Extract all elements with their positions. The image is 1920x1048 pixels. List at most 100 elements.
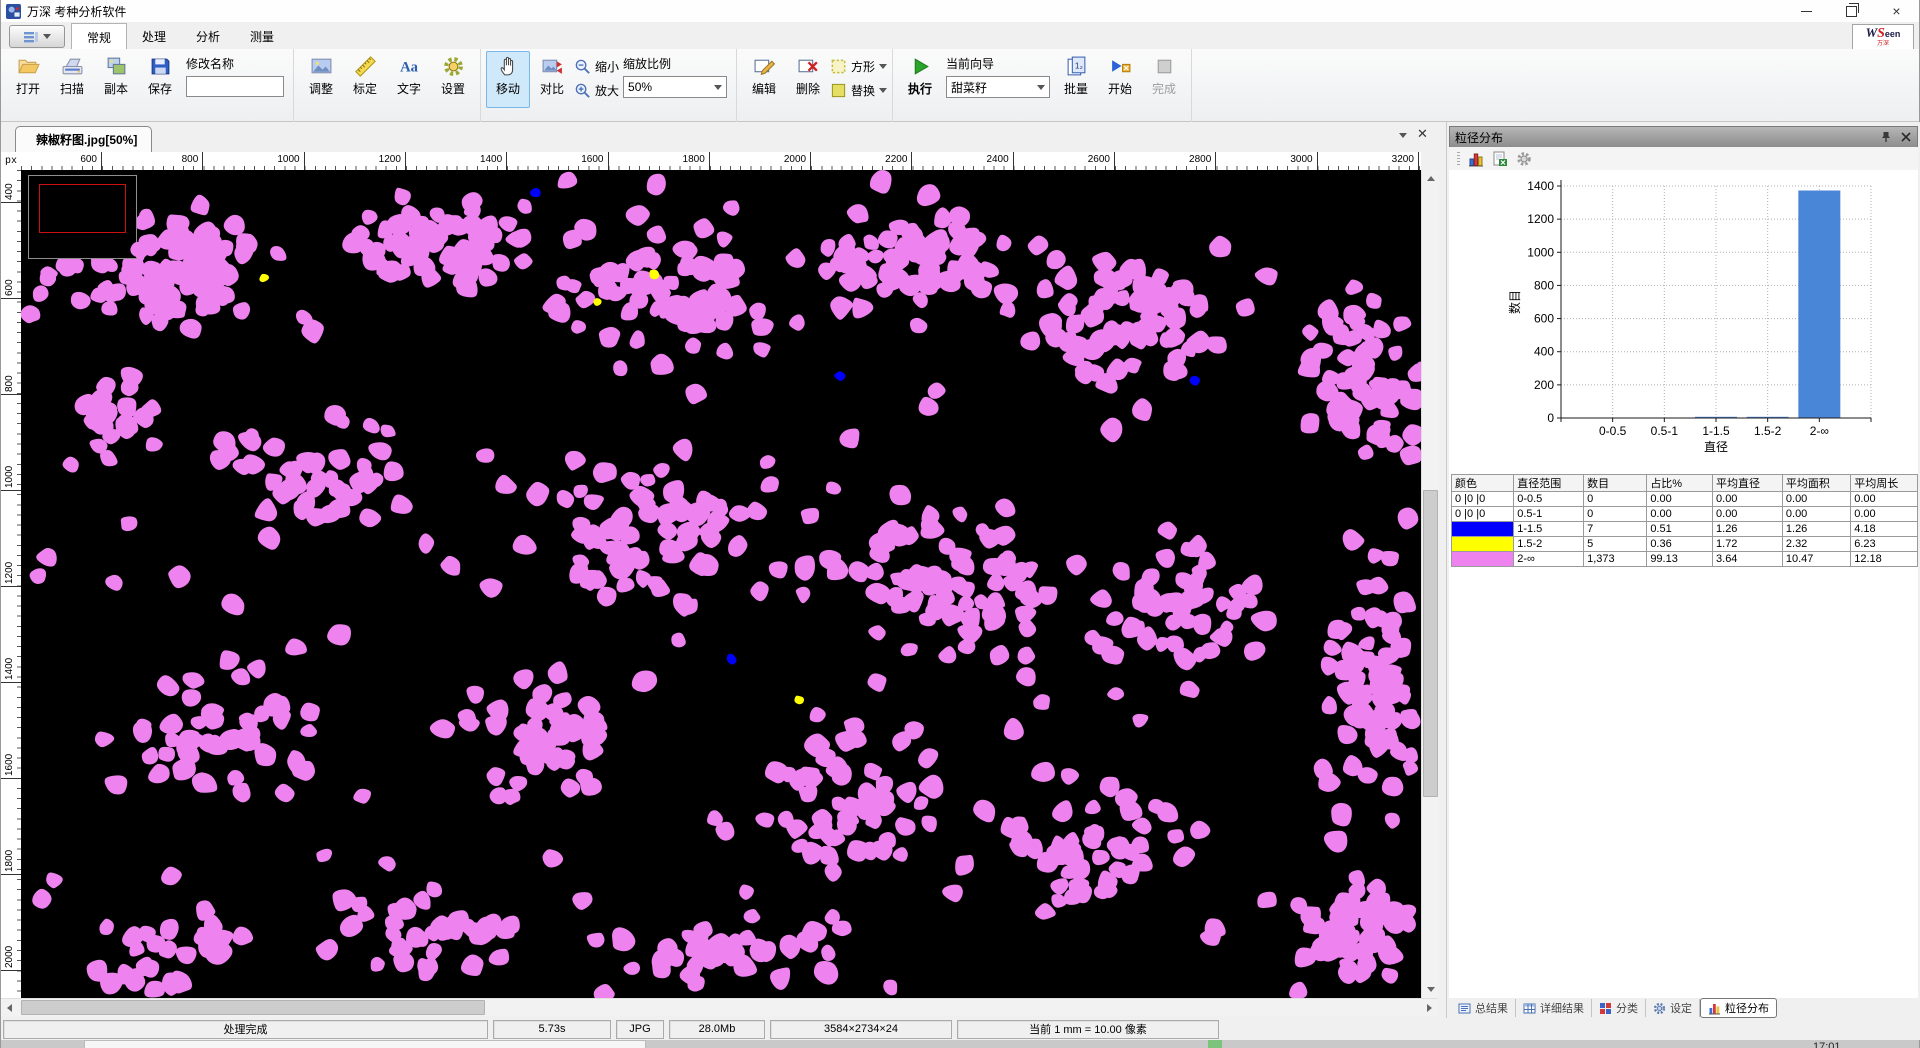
tab-details[interactable]: 详细结果 xyxy=(1516,999,1592,1017)
ruler-label: 1200 xyxy=(4,540,17,584)
export-excel-button[interactable] xyxy=(1492,151,1508,167)
vertical-scroll-thumb[interactable] xyxy=(1423,490,1438,797)
table-cell: 99.13 xyxy=(1647,552,1713,567)
color-text-cell: 0 |0 |0 xyxy=(1452,492,1514,507)
ruler-label: 3200 xyxy=(1366,154,1414,165)
horizontal-ruler: 6008001000120014001600180020002200240026… xyxy=(21,152,1421,171)
settings-button[interactable]: 设置 xyxy=(431,51,475,108)
scroll-down-button[interactable] xyxy=(1422,981,1439,998)
edit-target-button[interactable]: 编辑 xyxy=(742,51,786,108)
minimize-button[interactable] xyxy=(1784,0,1829,22)
horizontal-scroll-thumb[interactable] xyxy=(21,1000,485,1015)
zoom-in-button[interactable]: 放大 xyxy=(574,80,619,100)
delete-target-button[interactable]: 删除 xyxy=(786,51,830,108)
scroll-left-button[interactable] xyxy=(1,999,18,1016)
save-button[interactable]: 保存 xyxy=(138,51,182,108)
chevron-down-icon[interactable] xyxy=(879,88,887,93)
table-cell: 0.36 xyxy=(1647,537,1713,552)
zoom-out-button[interactable]: 缩小 xyxy=(574,56,619,76)
execute-button[interactable]: 执行 xyxy=(898,51,942,108)
ruler-label: 3000 xyxy=(1265,154,1313,165)
table-cell: 3.64 xyxy=(1713,552,1783,567)
chevron-down-icon[interactable] xyxy=(879,64,887,69)
tab-summary[interactable]: 总结果 xyxy=(1451,999,1516,1017)
brand-logo: WSeen万深 xyxy=(1852,24,1914,50)
table-row[interactable]: 0 |0 |00-0.500.000.000.000.00 xyxy=(1452,492,1918,507)
color-swatch-cell xyxy=(1452,522,1514,537)
table-cell: 0 xyxy=(1584,492,1647,507)
status-format: JPG xyxy=(616,1020,664,1039)
text-button[interactable]: Aa 文字 xyxy=(387,51,431,108)
panel-close-icon[interactable] xyxy=(1900,131,1912,143)
panel-header[interactable]: 粒径分布 xyxy=(1449,126,1918,148)
chevron-down-icon xyxy=(43,34,51,39)
chart-type-button[interactable] xyxy=(1468,151,1484,167)
chevron-down-icon xyxy=(714,85,722,90)
scroll-up-button[interactable] xyxy=(1422,170,1439,187)
taskbar-app-button[interactable] xyxy=(84,1040,646,1048)
document-close-button[interactable]: ✕ xyxy=(1417,126,1428,142)
wizard-select[interactable]: 甜菜籽 xyxy=(946,76,1050,98)
table-cell: 2-∞ xyxy=(1514,552,1584,567)
tab-settings[interactable]: 设定 xyxy=(1646,999,1700,1017)
wizard-label: 当前向导 xyxy=(946,55,1050,72)
restore-button[interactable] xyxy=(1829,0,1874,22)
tab-measure[interactable]: 测量 xyxy=(235,23,289,49)
table-cell: 4.18 xyxy=(1851,522,1918,537)
svg-text:200: 200 xyxy=(1534,378,1554,392)
close-button[interactable]: × xyxy=(1874,0,1919,22)
table-cell: 0.00 xyxy=(1851,507,1918,522)
table-row[interactable]: 1.5-250.361.722.326.23 xyxy=(1452,537,1918,552)
open-icon xyxy=(17,55,40,78)
text-icon: Aa xyxy=(398,55,421,78)
calibrate-button[interactable]: 标定 xyxy=(343,51,387,108)
adjust-button[interactable]: 调整 xyxy=(299,51,343,108)
table-row[interactable]: 0 |0 |00.5-100.000.000.000.00 xyxy=(1452,507,1918,522)
table-cell: 5 xyxy=(1584,537,1647,552)
ruler-major-tick xyxy=(709,152,710,170)
title-bar: 万深 考种分析软件 × xyxy=(1,0,1919,22)
tab-analyze[interactable]: 分析 xyxy=(181,23,235,49)
yellow-marker xyxy=(259,274,269,282)
vertical-scrollbar[interactable] xyxy=(1421,170,1439,998)
batch-button[interactable]: 1₂ 批量 xyxy=(1054,51,1098,108)
table-cell: 1.72 xyxy=(1713,537,1783,552)
document-list-dropdown[interactable] xyxy=(1399,133,1407,138)
svg-text:400: 400 xyxy=(1534,345,1554,359)
document-tab[interactable]: 辣椒籽图.jpg[50%] xyxy=(15,126,152,153)
yellow-marker xyxy=(649,270,659,280)
tab-general[interactable]: 常规 xyxy=(71,23,127,50)
scroll-right-button[interactable] xyxy=(1421,999,1438,1016)
status-filesize: 28.0Mb xyxy=(669,1020,765,1039)
toolbar-drag-handle[interactable] xyxy=(1457,152,1460,166)
navigator-overview[interactable] xyxy=(29,176,137,259)
contrast-button[interactable]: 对比 xyxy=(530,51,574,108)
app-menu-button[interactable] xyxy=(9,25,65,48)
horizontal-scrollbar[interactable] xyxy=(1,998,1438,1016)
zoom-ratio-select[interactable]: 50% xyxy=(623,76,727,98)
rename-input[interactable] xyxy=(186,76,284,97)
table-header: 颜色 xyxy=(1452,475,1514,492)
color-swatch-cell xyxy=(1452,552,1514,567)
tab-particle-distribution[interactable]: 粒径分布 xyxy=(1700,998,1777,1018)
table-row[interactable]: 2-∞1,37399.133.6410.4712.18 xyxy=(1452,552,1918,567)
finish-button[interactable]: 完成 xyxy=(1142,51,1186,108)
replace-button[interactable]: 替换 xyxy=(830,80,887,100)
duplicate-button[interactable]: 副本 xyxy=(94,51,138,108)
open-button[interactable]: 打开 xyxy=(6,51,50,108)
start-button[interactable]: 开始 xyxy=(1098,51,1142,108)
scan-button[interactable]: 扫描 xyxy=(50,51,94,108)
tab-process[interactable]: 处理 xyxy=(127,23,181,49)
table-cell: 12.18 xyxy=(1851,552,1918,567)
ruler-major-tick xyxy=(911,152,912,170)
pin-icon[interactable] xyxy=(1880,131,1892,143)
table-cell: 0 xyxy=(1584,507,1647,522)
image-canvas[interactable] xyxy=(21,170,1421,998)
table-row[interactable]: 1-1.570.511.261.264.18 xyxy=(1452,522,1918,537)
tab-classify[interactable]: 分类 xyxy=(1592,999,1646,1017)
svg-text:1.5-2: 1.5-2 xyxy=(1754,424,1782,438)
chart-settings-button[interactable] xyxy=(1516,151,1532,167)
table-cell: 0.00 xyxy=(1851,492,1918,507)
move-button[interactable]: 移动 xyxy=(486,51,530,108)
square-shape-button[interactable]: 方形 xyxy=(830,56,887,76)
